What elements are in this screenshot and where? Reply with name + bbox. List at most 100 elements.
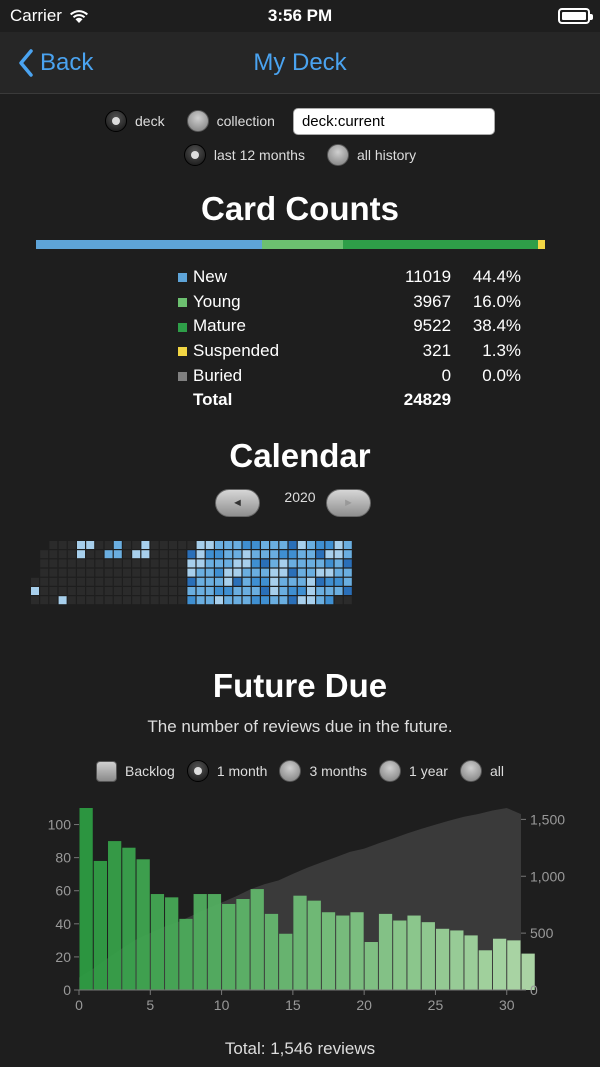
x-tick-label: 30 bbox=[499, 997, 515, 1013]
x-tick-label: 5 bbox=[146, 997, 154, 1013]
calendar-day-cell bbox=[77, 568, 85, 577]
calendar-day-cell bbox=[334, 587, 343, 595]
calendar-day-cell bbox=[316, 559, 325, 568]
backlog-checkbox[interactable] bbox=[96, 760, 118, 782]
row-percent: 0.0% bbox=[482, 365, 522, 385]
range-1-month-radio[interactable] bbox=[186, 760, 209, 782]
calendar-day-cell bbox=[104, 568, 113, 577]
calendar-day-cell bbox=[343, 568, 352, 577]
all-history-radio[interactable] bbox=[326, 144, 349, 166]
last-12-months-label: last 12 months bbox=[213, 147, 305, 163]
range-1-year-radio[interactable] bbox=[379, 760, 402, 782]
row-label: Suspended bbox=[193, 341, 280, 361]
calendar-day-cell bbox=[325, 568, 334, 577]
calendar-day-cell bbox=[325, 596, 334, 605]
total-label: Total bbox=[193, 390, 233, 410]
deck-radio[interactable] bbox=[105, 110, 128, 132]
calendar-day-cell bbox=[86, 541, 95, 549]
calendar-day-cell bbox=[123, 577, 131, 586]
calendar-day-cell bbox=[40, 587, 49, 595]
calendar-day-cell bbox=[58, 541, 67, 549]
calendar-day-cell bbox=[297, 596, 306, 605]
next-year-button[interactable]: ► bbox=[326, 489, 371, 517]
calendar-day-cell bbox=[58, 568, 67, 577]
deck-radio-label: deck bbox=[135, 113, 165, 129]
y-tick-label: 80 bbox=[55, 850, 71, 866]
calendar-day-cell bbox=[251, 596, 260, 605]
calendar-day-cell bbox=[270, 541, 279, 549]
calendar-day-cell bbox=[169, 541, 177, 549]
bar-day-0 bbox=[79, 808, 93, 990]
calendar-day-cell bbox=[251, 587, 260, 595]
calendar-day-cell bbox=[132, 550, 141, 559]
calendar-day-cell bbox=[270, 568, 279, 577]
calendar-day-cell bbox=[334, 550, 343, 559]
calendar-day-cell bbox=[67, 559, 76, 568]
year-navigation: ◄ 2020 ► bbox=[0, 489, 600, 521]
calendar-day-cell bbox=[178, 541, 187, 549]
y2-tick-label: 0 bbox=[530, 982, 538, 998]
calendar-day-cell bbox=[113, 587, 122, 595]
calendar-day-cell bbox=[205, 596, 214, 605]
calendar-day-cell bbox=[178, 568, 187, 577]
calendar-day-cell bbox=[49, 568, 58, 577]
status-bar: Carrier 3:56 PM bbox=[0, 0, 600, 32]
calendar-day-cell bbox=[132, 596, 141, 605]
range-all-radio[interactable] bbox=[459, 760, 482, 782]
calendar-day-cell bbox=[178, 577, 187, 586]
calendar-day-cell bbox=[187, 577, 196, 586]
calendar-day-cell bbox=[150, 596, 159, 605]
y-tick-label: 40 bbox=[55, 916, 71, 932]
y-tick-label: 60 bbox=[55, 883, 71, 899]
calendar-day-cell bbox=[169, 568, 177, 577]
search-input[interactable] bbox=[292, 107, 495, 135]
future-due-title: Future Due bbox=[212, 667, 388, 704]
row-percent: 44.4% bbox=[472, 267, 522, 287]
last-12-months-radio[interactable] bbox=[183, 144, 206, 166]
collection-radio[interactable] bbox=[186, 110, 209, 132]
battery-icon bbox=[558, 8, 593, 24]
chevron-left-icon bbox=[19, 48, 33, 77]
calendar-day-cell bbox=[132, 587, 141, 595]
collection-radio-label: collection bbox=[216, 113, 275, 129]
calendar-day-cell bbox=[270, 559, 279, 568]
calendar-day-cell bbox=[316, 596, 325, 605]
calendar-day-cell bbox=[270, 587, 279, 595]
calendar-day-cell bbox=[334, 568, 343, 577]
calendar-day-cell bbox=[251, 568, 260, 577]
calendar-day-cell bbox=[123, 559, 131, 568]
calendar-day-cell bbox=[242, 550, 251, 559]
calendar-day-cell bbox=[150, 550, 159, 559]
calendar-day-cell bbox=[123, 596, 131, 605]
calendar-day-cell bbox=[288, 541, 297, 549]
back-button[interactable]: Back bbox=[0, 49, 93, 77]
calendar-day-cell bbox=[141, 559, 150, 568]
range-3-months-label: 3 months bbox=[309, 763, 368, 779]
row-count: 321 bbox=[422, 341, 452, 361]
calendar-day-cell bbox=[279, 541, 288, 549]
calendar-day-cell bbox=[58, 587, 67, 595]
calendar-day-cell bbox=[113, 577, 122, 586]
range-3-months-radio[interactable] bbox=[279, 760, 302, 782]
calendar-day-cell bbox=[77, 577, 85, 586]
calendar-day-cell bbox=[343, 550, 352, 559]
calendar-day-cell bbox=[150, 568, 159, 577]
calendar-day-cell bbox=[95, 577, 104, 586]
calendar-day-cell bbox=[58, 559, 67, 568]
calendar-day-cell bbox=[187, 568, 196, 577]
range-all-label: all bbox=[489, 763, 504, 779]
calendar-day-cell bbox=[113, 568, 122, 577]
x-tick-label: 10 bbox=[214, 997, 230, 1013]
calendar-day-cell bbox=[67, 568, 76, 577]
calendar-day-cell bbox=[343, 577, 352, 586]
calendar-day-cell bbox=[215, 550, 223, 559]
bar-day-5 bbox=[150, 894, 165, 990]
buried-swatch bbox=[178, 371, 187, 381]
calendar-day-cell bbox=[334, 559, 343, 568]
calendar-day-cell bbox=[196, 568, 205, 577]
calendar-day-cell bbox=[141, 550, 150, 559]
calendar-day-cell bbox=[31, 577, 39, 586]
calendar-day-cell bbox=[205, 587, 214, 595]
calendar-day-cell bbox=[95, 550, 104, 559]
calendar-day-cell bbox=[316, 550, 325, 559]
